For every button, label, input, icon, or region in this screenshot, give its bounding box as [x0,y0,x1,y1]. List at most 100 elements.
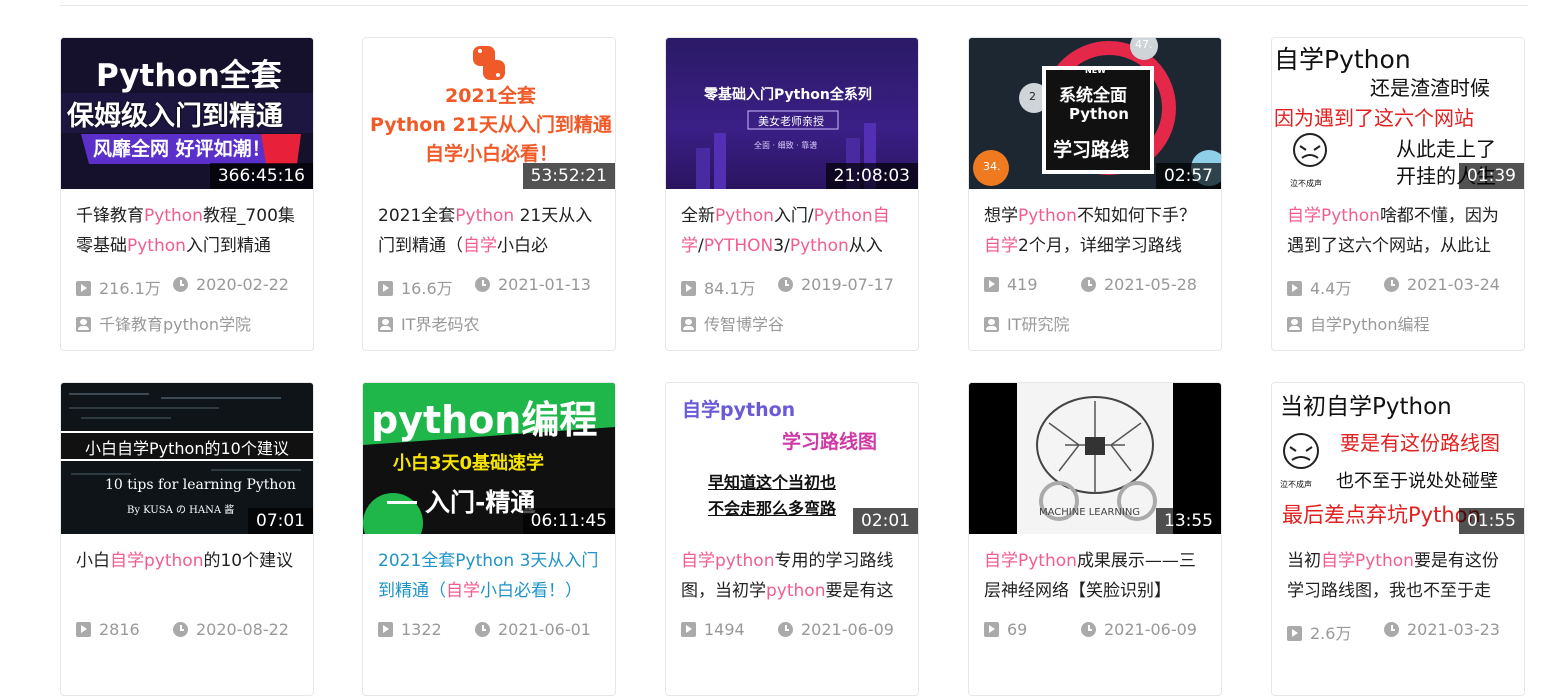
thumb-text: MACHINE LEARNING [1039,507,1141,518]
thumb-text: 小白3天0基础速学 [393,453,545,474]
video-thumbnail[interactable]: NEW 系统全面 Python 学习路线 47. 2 34. 02:57 [969,38,1221,189]
video-duration: 02:01 [853,508,918,534]
thumb-text: 保姆级入门到精通 [67,101,283,132]
thumb-text: 10 tips for learning Python [105,477,296,493]
play-icon [681,281,696,296]
video-thumbnail[interactable]: 当初自学Python 要是有这份路线图 也不至于说处处碰壁 最后差点弃坑Pyth… [1272,383,1524,534]
title-text: 入门到精通 [185,236,271,256]
user-icon [1287,317,1302,332]
title-text: 3/ [773,236,790,256]
title-keyword-highlight: 自学 [984,236,1018,256]
video-card[interactable]: NEW 系统全面 Python 学习路线 47. 2 34. 02:57 想学P… [968,37,1222,351]
video-card[interactable]: 自学Python 还是渣渣时候 因为遇到了这六个网站 从此走上了 开挂的人生 泣… [1271,37,1525,351]
video-duration: 02:57 [1156,163,1221,189]
uploader[interactable]: 自学Python编程 [1287,311,1429,335]
view-count: 16.6万 [378,275,453,299]
thumb-text: 入门-精通 [425,488,536,517]
upload-date: 2021-06-09 [778,620,894,644]
view-count: 1494 [681,620,745,644]
play-icon [681,622,696,637]
video-title[interactable]: 当初自学Python要是有这份学习路线图，我也不至于走 [1287,546,1509,606]
upload-date: 2021-03-24 [1384,275,1500,299]
video-title[interactable]: 自学Python啥都不懂，因为遇到了这六个网站，从此让 [1287,201,1509,261]
uploader[interactable]: IT研究院 [984,311,1070,335]
title-keyword-highlight: Python [455,206,515,226]
title-keyword-highlight: 自学 [463,236,497,256]
video-card[interactable]: 零基础入门Python全系列 美女老师亲授 全面 · 细致 · 靠谱 21:08… [665,37,919,351]
title-keyword-highlight: Python [144,206,203,226]
play-icon [984,622,999,637]
clock-icon [1081,277,1096,292]
video-card[interactable]: Python全套 保姆级入门到精通 风靡全网 好评如潮！ 366:45:16 千… [60,37,314,351]
video-title[interactable]: 2021全套Python 21天从入门到精通（自学小白必 [378,201,600,261]
video-card[interactable]: 2021全套 Python 21天从入门到精通 自学小白必看！ 53:52:21… [362,37,616,351]
video-title[interactable]: 自学python专用的学习路线图，当初学python要是有这 [681,546,903,606]
video-card[interactable]: 当初自学Python 要是有这份路线图 也不至于说处处碰壁 最后差点弃坑Pyth… [1271,382,1525,696]
video-thumbnail[interactable]: Python全套 保姆级入门到精通 风靡全网 好评如潮！ 366:45:16 [61,38,313,189]
play-icon [378,281,393,296]
video-title[interactable]: 全新Python入门/Python自学/PYTHON3/Python从入 [681,201,903,261]
thumb-text: 2 [1029,90,1036,103]
thumb-text: 学习路线图 [782,431,878,453]
thumb-text: python编程 [371,398,598,442]
view-count: 419 [984,275,1038,299]
thumb-text: Python 21天从入门到精通 [370,114,612,136]
view-count: 4.4万 [1287,275,1351,299]
video-duration: 01:55 [1459,508,1524,534]
video-title[interactable]: 想学Python不知如何下手？ 自学2个月，详细学习路线 [984,201,1206,261]
title-keyword-highlight: 自学Python [1287,206,1380,226]
title-keyword-highlight: Python [715,206,774,226]
title-text: 2个月，详细学习路线 [1018,236,1182,256]
video-thumbnail[interactable]: 小白自学Python的10个建议 10 tips for learning Py… [61,383,313,534]
video-card[interactable]: python编程 小白3天0基础速学 入门-精通 06:11:45 2021全套… [362,382,616,696]
user-icon [984,317,999,332]
title-keyword-highlight: 自学python [110,551,204,571]
video-title[interactable]: 自学Python成果展示——三层神经网络【笑脸识别】 [984,546,1206,606]
title-text: 小白必看！） [480,581,582,601]
thumb-text: Python全套 [96,58,282,94]
thumb-text: 学习路线 [1053,139,1130,161]
video-card[interactable]: 小白自学Python的10个建议 10 tips for learning Py… [60,382,314,696]
clock-icon [173,622,188,637]
title-text: 全新 [681,206,715,226]
title-text: 入门/ [773,206,814,226]
view-count: 84.1万 [681,275,756,299]
video-card[interactable]: 自学python 学习路线图 早知道这个当初也 不会走那么多弯路 02:01 自… [665,382,919,696]
video-card[interactable]: MACHINE LEARNING 13:55 自学Python成果展示——三层神… [968,382,1222,696]
thumb-text: 美女老师亲授 [758,115,824,128]
video-thumbnail[interactable]: 零基础入门Python全系列 美女老师亲授 全面 · 细致 · 靠谱 21:08… [666,38,918,189]
video-thumbnail[interactable]: python编程 小白3天0基础速学 入门-精通 06:11:45 [363,383,615,534]
title-text: 千锋教育 [76,206,144,226]
thumb-text: 还是渣渣时候 [1370,76,1490,100]
uploader[interactable]: 千锋教育python学院 [76,311,251,335]
video-title[interactable]: 千锋教育Python教程_700集零基础Python入门到精通 [76,201,298,261]
video-title[interactable]: 小白自学python的10个建议 [76,546,298,606]
video-title[interactable]: 2021全套Python 3天从入门到精通（自学小白必看！） [378,546,600,606]
thumb-text: Python [1069,105,1129,123]
video-thumbnail[interactable]: 自学python 学习路线图 早知道这个当初也 不会走那么多弯路 02:01 [666,383,918,534]
uploader[interactable]: IT界老码农 [378,311,480,335]
title-keyword-highlight: 自学 [446,581,480,601]
thumb-text: 风靡全网 好评如潮！ [93,138,271,160]
video-duration: 07:01 [248,508,313,534]
title-text: 想学 [984,206,1018,226]
user-icon [681,317,696,332]
video-thumbnail[interactable]: MACHINE LEARNING 13:55 [969,383,1221,534]
uploader[interactable]: 传智博学谷 [681,311,784,335]
thumb-text: 零基础入门Python全系列 [704,87,872,103]
video-thumbnail[interactable]: 2021全套 Python 21天从入门到精通 自学小白必看！ 53:52:21 [363,38,615,189]
video-thumbnail[interactable]: 自学Python 还是渣渣时候 因为遇到了这六个网站 从此走上了 开挂的人生 泣… [1272,38,1524,189]
title-text: 2021全套 [378,206,456,226]
thumb-text: 最后差点弃坑Python [1282,503,1481,527]
view-count: 2816 [76,620,140,644]
upload-date: 2020-08-22 [173,620,289,644]
title-keyword-highlight: 自学python [681,551,775,571]
title-text: 当初 [1287,551,1321,571]
video-duration: 53:52:21 [522,163,615,189]
clock-icon [778,622,793,637]
python-logo-icon [473,46,505,80]
thumb-text: 小白自学Python的10个建议 [85,439,289,458]
top-divider [60,5,1528,6]
clock-icon [173,277,188,292]
thumb-text: 泣不成声 [1280,480,1312,489]
